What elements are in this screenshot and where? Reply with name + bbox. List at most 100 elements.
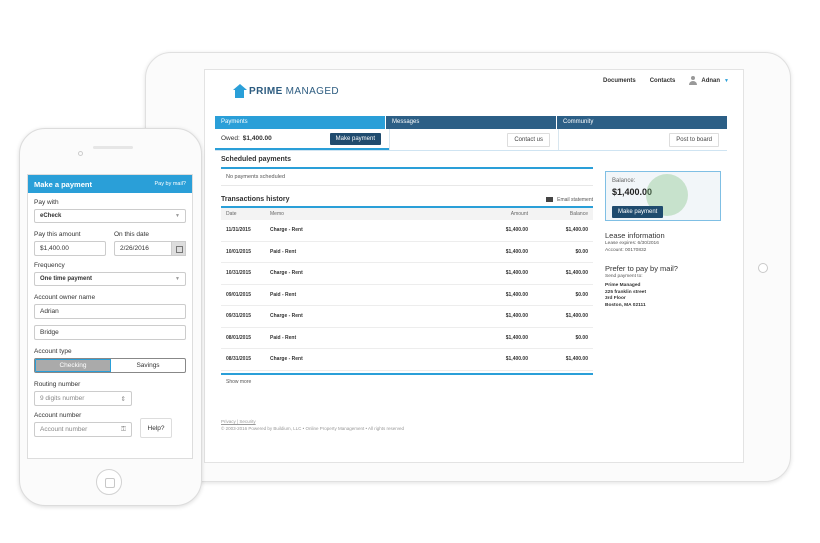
tablet-camera-icon bbox=[758, 263, 768, 273]
send-payment-to: Send payment to: bbox=[605, 274, 643, 279]
date-input[interactable]: 2/26/2016 bbox=[114, 241, 172, 256]
first-name-input[interactable]: Adrian bbox=[34, 304, 186, 319]
tablet-screen: Documents Contacts Adnan ▼ PRIME MANAGED… bbox=[204, 69, 744, 463]
owner-label: Account owner name bbox=[34, 294, 96, 301]
routing-label: Routing number bbox=[34, 381, 81, 388]
phone-screen: Make a payment Pay by mail? Pay with eCh… bbox=[27, 174, 193, 459]
phone-header: Make a payment Pay by mail? bbox=[28, 175, 192, 193]
amount-input[interactable]: $1,400.00 bbox=[34, 241, 106, 256]
account-number-input[interactable]: Account number ⚿ bbox=[34, 422, 132, 437]
footer-copyright: © 2003-2016 Powered by Buildium, LLC • O… bbox=[221, 426, 405, 431]
envelope-icon bbox=[546, 197, 554, 202]
pay-with-select[interactable]: eCheck ▼ bbox=[34, 209, 186, 223]
show-more-link[interactable]: Show more bbox=[221, 372, 593, 389]
address-line: Boston, MA 02111 bbox=[605, 302, 646, 308]
phone-home-button bbox=[96, 469, 122, 495]
frequency-value: One time payment bbox=[40, 276, 93, 282]
make-payment-button[interactable]: Make payment bbox=[329, 132, 381, 145]
cell-date: 11/31/2015 bbox=[226, 227, 251, 234]
cell-date: 09/01/2015 bbox=[226, 291, 252, 298]
cell-amount: $1,400.00 bbox=[505, 227, 528, 234]
tab-messages[interactable]: Messages bbox=[385, 116, 556, 129]
cell-date: 09/31/2015 bbox=[226, 313, 252, 320]
account-placeholder: Account number bbox=[40, 426, 88, 433]
cell-memo: Paid - Rent bbox=[270, 248, 297, 255]
calendar-icon[interactable] bbox=[172, 241, 186, 256]
sidebar-make-payment-button[interactable]: Make payment bbox=[612, 206, 664, 218]
pay-with-value: eCheck bbox=[40, 213, 62, 219]
contact-us-button[interactable]: Contact us bbox=[507, 132, 550, 147]
cell-date: 08/01/2015 bbox=[226, 334, 252, 341]
no-payments-note: No payments scheduled bbox=[221, 169, 593, 186]
cell-date: 10/01/2015 bbox=[226, 248, 252, 255]
tab-actions: Owed: $1,400.00 Make payment Contact us P… bbox=[215, 129, 727, 151]
amount-group: Pay this amount $1,400.00 bbox=[34, 231, 106, 262]
footer: Privacy | Security © 2003-2016 Powered b… bbox=[221, 418, 404, 432]
cell-balance: $1,400.00 bbox=[565, 270, 588, 277]
nav-contacts[interactable]: Contacts bbox=[650, 78, 676, 84]
history-header: Transactions history Email statement bbox=[221, 196, 593, 203]
post-to-board-button[interactable]: Post to board bbox=[669, 132, 719, 147]
account-type-toggle: Checking Savings bbox=[34, 358, 186, 373]
cell-amount: $1,400.00 bbox=[505, 313, 528, 320]
logo-bold: PRIME bbox=[249, 85, 283, 97]
cell-amount: $1,400.00 bbox=[505, 334, 528, 341]
savings-option[interactable]: Savings bbox=[111, 359, 185, 372]
nav-documents[interactable]: Documents bbox=[603, 78, 636, 84]
table-row: 10/31/2015 Charge - Rent $1,400.00 $1,40… bbox=[221, 263, 593, 285]
messages-cell: Contact us bbox=[389, 129, 558, 150]
user-menu[interactable]: Adnan bbox=[701, 78, 720, 84]
cell-memo: Charge - Rent bbox=[270, 270, 303, 277]
cell-date: 08/31/2015 bbox=[226, 356, 252, 363]
table-row: 09/31/2015 Charge - Rent $1,400.00 $1,40… bbox=[221, 306, 593, 328]
balance-card: Balance: $1,400.00 Make payment bbox=[605, 171, 721, 221]
cell-amount: $1,400.00 bbox=[505, 270, 528, 277]
table-row: 08/01/2015 Paid - Rent $1,400.00 $0.00 bbox=[221, 328, 593, 349]
owed-value: $1,400.00 bbox=[242, 135, 272, 142]
email-statement-link[interactable]: Email statement bbox=[546, 197, 593, 203]
key-icon: ⚿ bbox=[121, 425, 126, 433]
cell-memo: Charge - Rent bbox=[270, 313, 303, 320]
cell-balance: $0.00 bbox=[575, 248, 588, 255]
chevron-down-icon[interactable]: ▼ bbox=[724, 78, 729, 84]
table-body: 11/31/2015 Charge - Rent $1,400.00 $1,40… bbox=[221, 220, 593, 371]
lease-title: Lease information bbox=[605, 231, 665, 240]
account-type-label: Account type bbox=[34, 348, 72, 355]
footer-links[interactable]: Privacy | Security bbox=[221, 418, 404, 425]
chevron-down-icon: ▼ bbox=[175, 213, 180, 219]
help-button[interactable]: Help? bbox=[140, 418, 172, 438]
cell-amount: $1,400.00 bbox=[505, 291, 528, 298]
col-memo: Memo bbox=[270, 211, 284, 217]
lease-expires: Lease expires: 6/30/2016 bbox=[605, 241, 659, 246]
amount-label: Pay this amount bbox=[34, 231, 81, 238]
phone-speaker bbox=[93, 146, 133, 149]
cell-balance: $1,400.00 bbox=[565, 313, 588, 320]
last-name-input[interactable]: Bridge bbox=[34, 325, 186, 340]
sidebar: Balance: $1,400.00 Make payment Lease in… bbox=[605, 171, 721, 309]
routing-input[interactable]: 9 digits number ⇕ bbox=[34, 391, 132, 406]
chevron-down-icon: ▼ bbox=[175, 276, 180, 282]
table-header: Date Memo Amount Balance bbox=[221, 206, 593, 220]
frequency-select[interactable]: One time payment ▼ bbox=[34, 272, 186, 286]
cell-memo: Charge - Rent bbox=[270, 356, 303, 363]
mail-title: Prefer to pay by mail? bbox=[605, 264, 678, 273]
tab-community[interactable]: Community bbox=[556, 116, 727, 129]
cell-amount: $1,400.00 bbox=[505, 356, 528, 363]
table-row: 08/31/2015 Charge - Rent $1,400.00 $1,40… bbox=[221, 349, 593, 371]
checking-option[interactable]: Checking bbox=[35, 359, 111, 372]
community-cell: Post to board bbox=[558, 129, 727, 150]
house-logo-icon bbox=[233, 84, 247, 98]
cell-memo: Charge - Rent bbox=[270, 227, 303, 234]
tab-bar: Payments Messages Community bbox=[215, 116, 727, 129]
stepper-icon: ⇕ bbox=[120, 395, 126, 403]
cell-balance: $0.00 bbox=[575, 334, 588, 341]
cell-memo: Paid - Rent bbox=[270, 291, 297, 298]
logo: PRIME MANAGED bbox=[233, 84, 339, 98]
cell-balance: $0.00 bbox=[575, 291, 588, 298]
date-group: On this date 2/26/2016 bbox=[114, 231, 186, 262]
table-row: 11/31/2015 Charge - Rent $1,400.00 $1,40… bbox=[221, 220, 593, 242]
tab-payments[interactable]: Payments bbox=[215, 116, 385, 129]
pay-by-mail-link[interactable]: Pay by mail? bbox=[155, 181, 187, 187]
date-picker: 2/26/2016 bbox=[114, 241, 186, 256]
frequency-label: Frequency bbox=[34, 262, 65, 269]
